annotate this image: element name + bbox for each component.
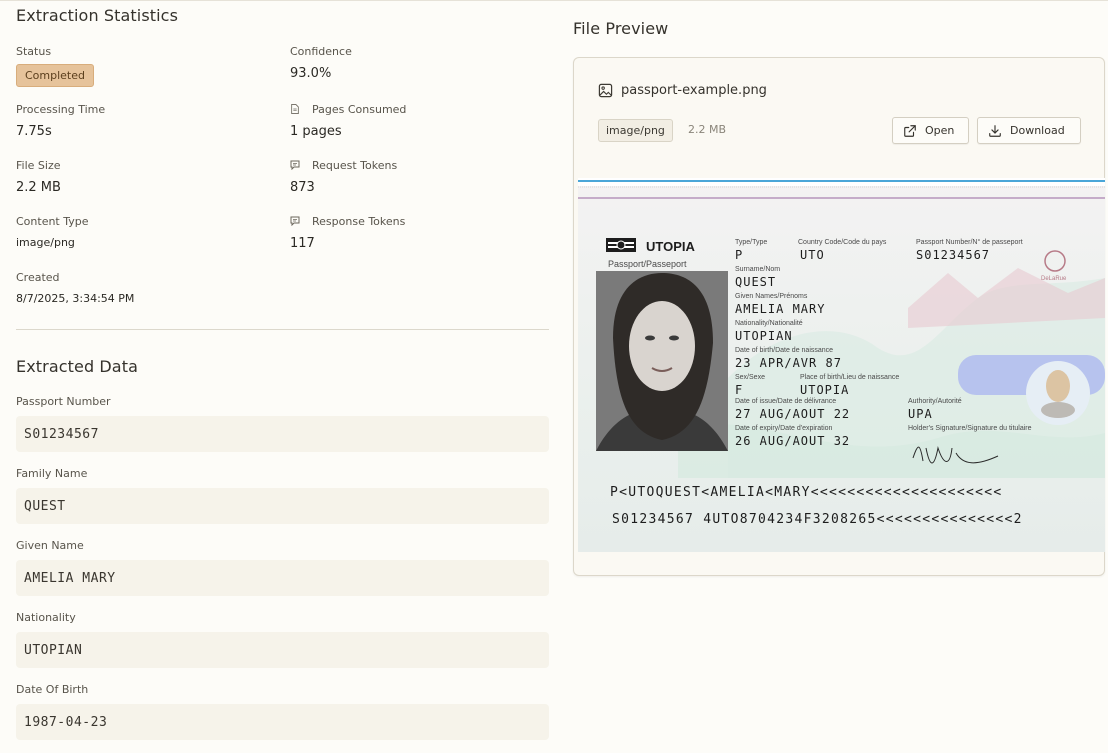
status-label: Status — [16, 44, 52, 58]
field-value[interactable]: UTOPIAN — [16, 632, 549, 668]
open-button-label: Open — [925, 124, 955, 137]
pp-pob-value: UTOPIA — [800, 383, 850, 397]
field-label: Date Of Birth — [16, 683, 89, 696]
status-badge: Completed — [16, 64, 94, 87]
field-value[interactable]: QUEST — [16, 488, 549, 524]
response-tokens-value: 117 — [290, 236, 315, 251]
file-preview-card: passport-example.png image/png 2.2 MB Op… — [573, 57, 1105, 576]
mime-type-badge: image/png — [598, 119, 673, 142]
pp-dob-label: Date of birth/Date de naissance — [735, 347, 834, 354]
pp-expiry-value: 26 AUG/AOUT 32 — [735, 434, 851, 448]
field-value[interactable]: S01234567 — [16, 416, 549, 452]
pp-code-value: UTO — [800, 248, 825, 262]
download-button[interactable]: Download — [977, 117, 1081, 144]
pp-surname-label: Surname/Nom — [735, 266, 781, 273]
created-value: 8/7/2025, 3:34:54 PM — [16, 292, 135, 305]
confidence-stat: Confidence 93.0% — [290, 44, 352, 82]
open-button[interactable]: Open — [892, 117, 969, 144]
file-size-stat: File Size 2.2 MB — [16, 158, 61, 196]
pp-given-label: Given Names/Prénoms — [735, 293, 808, 300]
passport-number-field: Passport Number S01234567 — [16, 395, 549, 452]
pp-maker: DeLaRue — [1041, 276, 1067, 282]
content-type-label: Content Type — [16, 214, 89, 228]
request-tokens-label: Request Tokens — [312, 158, 398, 172]
pp-issue-label: Date of issue/Date de délivrance — [735, 398, 837, 405]
content-type-stat: Content Type image/png — [16, 214, 89, 250]
request-tokens-stat: Request Tokens 873 — [290, 158, 397, 196]
content-type-value: image/png — [16, 236, 75, 249]
pp-number-label: Passport Number/N° de passeport — [916, 239, 1023, 246]
pp-signature-label: Holder's Signature/Signature du titulair… — [908, 425, 1032, 432]
download-button-label: Download — [1010, 124, 1065, 137]
pp-sex-label: Sex/Sexe — [735, 374, 765, 381]
extraction-statistics-title: Extraction Statistics — [16, 6, 179, 25]
field-label: Given Name — [16, 539, 84, 552]
field-label: Nationality — [16, 611, 76, 624]
file-preview-title: File Preview — [573, 19, 669, 38]
document-icon — [291, 104, 299, 114]
file-name: passport-example.png — [621, 83, 767, 98]
pp-nationality-value: UTOPIAN — [735, 329, 793, 343]
pp-code-label: Country Code/Code du pays — [798, 239, 887, 246]
created-stat: Created 8/7/2025, 3:34:54 PM — [16, 270, 135, 306]
request-tokens-label-row: Request Tokens — [290, 158, 397, 172]
extracted-data-title: Extracted Data — [16, 357, 138, 376]
file-name-row: passport-example.png — [598, 83, 767, 98]
pp-nationality-label: Nationality/Nationalité — [735, 320, 803, 327]
external-link-icon — [904, 124, 916, 137]
section-divider — [16, 329, 549, 330]
passport-doc-label: Passport/Passeport — [608, 259, 687, 269]
field-value[interactable]: AMELIA MARY — [16, 560, 549, 596]
status-stat: Status Completed — [16, 44, 94, 87]
pp-number-value: S01234567 — [916, 248, 991, 262]
pp-mrz-line-1: P<UTOQUEST<AMELIA<MARY<<<<<<<<<<<<<<<<<<… — [610, 485, 1003, 500]
processing-time-value: 7.75s — [16, 124, 52, 139]
pp-mrz-line-2: S01234567 4UTO8704234F3208265<<<<<<<<<<<… — [612, 512, 1023, 527]
file-size-value: 2.2 MB — [16, 180, 61, 195]
response-tokens-label-row: Response Tokens — [290, 214, 405, 228]
pp-authority-value: UPA — [908, 407, 933, 421]
pages-consumed-stat: Pages Consumed 1 pages — [290, 102, 406, 140]
pages-consumed-label: Pages Consumed — [312, 102, 407, 116]
pp-dob-value: 23 APR/AVR 87 — [735, 356, 842, 370]
response-tokens-label: Response Tokens — [312, 214, 406, 228]
passport-country-name: UTOPIA — [646, 239, 695, 254]
response-tokens-stat: Response Tokens 117 — [290, 214, 405, 252]
confidence-value: 93.0% — [290, 66, 332, 81]
field-value[interactable]: 1987-04-23 — [16, 704, 549, 740]
top-border — [0, 0, 1108, 1]
pp-pob-label: Place of birth/Lieu de naissance — [800, 374, 900, 381]
pp-sex-value: F — [735, 383, 744, 397]
field-label: Family Name — [16, 467, 88, 480]
pages-consumed-value: 1 pages — [290, 124, 342, 139]
pp-given-value: AMELIA MARY — [735, 302, 826, 316]
file-size-label: File Size — [16, 158, 61, 172]
image-icon — [598, 83, 613, 98]
confidence-label: Confidence — [290, 44, 352, 58]
processing-time-stat: Processing Time 7.75s — [16, 102, 106, 140]
nationality-field: Nationality UTOPIAN — [16, 611, 549, 668]
request-tokens-value: 873 — [290, 180, 315, 195]
pp-type-label: Type/Type — [735, 239, 768, 246]
pp-authority-label: Authority/Autorité — [908, 398, 962, 405]
file-size-text: 2.2 MB — [688, 123, 727, 136]
processing-time-label: Processing Time — [16, 102, 106, 116]
given-name-field: Given Name AMELIA MARY — [16, 539, 549, 596]
pages-consumed-label-row: Pages Consumed — [290, 102, 406, 116]
created-label: Created — [16, 270, 60, 284]
message-icon — [290, 160, 300, 170]
family-name-field: Family Name QUEST — [16, 467, 549, 524]
pp-issue-value: 27 AUG/AOUT 22 — [735, 407, 851, 421]
pp-type-value: P — [735, 248, 744, 262]
passport-image: UTOPIA Passport/Passeport Type/Type P Co… — [578, 178, 1105, 552]
pp-surname-value: QUEST — [735, 275, 777, 289]
date-of-birth-field: Date Of Birth 1987-04-23 — [16, 683, 549, 740]
message-icon — [290, 216, 300, 226]
download-icon — [989, 124, 1001, 137]
field-label: Passport Number — [16, 395, 111, 408]
pp-expiry-label: Date of expiry/Date d'expiration — [735, 425, 833, 432]
